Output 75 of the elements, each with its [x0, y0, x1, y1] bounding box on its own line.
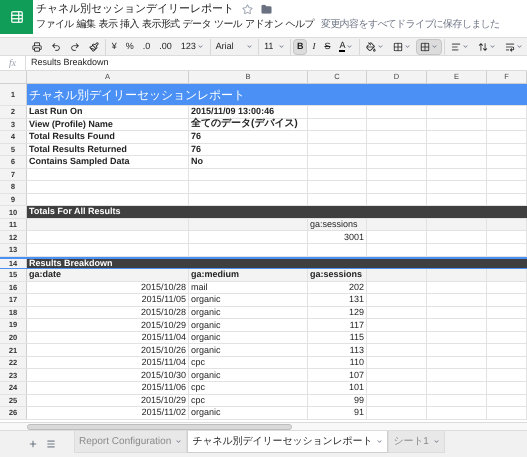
table-cell[interactable]: ga:date: [27, 269, 189, 281]
table-cell[interactable]: 110: [308, 356, 367, 368]
table-cell[interactable]: Total Results Found: [27, 131, 189, 143]
table-cell[interactable]: 202: [308, 282, 367, 294]
section-banner: Results Breakdown: [27, 258, 527, 268]
table-cell[interactable]: 99: [308, 394, 367, 406]
table-cell[interactable]: organic: [189, 407, 308, 419]
save-status: 変更内容をすべてドライブに保存しました: [320, 20, 500, 30]
menu-item[interactable]: 表示形式: [142, 20, 180, 30]
table-cell[interactable]: 107: [308, 369, 367, 382]
text-color-button[interactable]: A: [335, 38, 358, 54]
currency-button[interactable]: ¥: [108, 38, 121, 54]
title-banner: チャネル別デイリーセッションレポート: [27, 84, 527, 105]
table-cell[interactable]: 2015/10/26: [27, 344, 189, 356]
table-cell[interactable]: 2015/11/04: [27, 356, 189, 368]
increase-decimals-button[interactable]: .00: [155, 38, 176, 54]
table-cell[interactable]: organic: [189, 319, 308, 331]
table-cell[interactable]: 2015/10/30: [27, 369, 189, 382]
table-cell[interactable]: organic: [189, 332, 308, 344]
menu-item[interactable]: ツール: [214, 20, 242, 30]
decrease-decimals-button[interactable]: .0: [138, 38, 154, 54]
document-title[interactable]: チャネル別セッションデイリーレポート: [36, 4, 234, 15]
table-cell[interactable]: Total Results Returned: [27, 144, 189, 156]
table-cell[interactable]: 115: [308, 332, 367, 344]
table-cell[interactable]: Contains Sampled Data: [27, 156, 189, 168]
bold-button[interactable]: B: [292, 38, 308, 54]
table-cell[interactable]: No: [189, 156, 308, 168]
table-cell[interactable]: 2015/11/05: [27, 294, 189, 306]
menu-item[interactable]: 編集: [76, 20, 96, 30]
table-cell[interactable]: mail: [189, 282, 308, 294]
table-cell[interactable]: 2015/11/09 13:00:46: [189, 106, 308, 118]
table-cell[interactable]: cpc: [189, 356, 308, 368]
section-banner: Totals For All Results: [27, 206, 527, 218]
italic-button[interactable]: I: [308, 38, 320, 54]
table-cell[interactable]: 2015/11/04: [27, 332, 189, 344]
sheet-tab[interactable]: チャネル別デイリーセッションレポート: [187, 431, 388, 453]
more-formats-button[interactable]: 123: [176, 38, 208, 54]
table-cell[interactable]: organic: [189, 294, 308, 306]
table-cell[interactable]: 76: [189, 144, 308, 156]
table-cell[interactable]: 101: [308, 382, 367, 394]
table-cell[interactable]: 131: [308, 294, 367, 306]
table-cell[interactable]: 129: [308, 306, 367, 318]
menu-item[interactable]: アドオン: [245, 20, 283, 30]
table-cell[interactable]: cpc: [189, 382, 308, 394]
table-cell[interactable]: 76: [189, 131, 308, 143]
table-cell[interactable]: 2015/11/06: [27, 382, 189, 394]
table-cell[interactable]: 全てのデータ(デバイス): [189, 118, 308, 130]
menu-item[interactable]: 挿入: [120, 20, 140, 30]
formula-field[interactable]: Results Breakdown: [26, 56, 527, 70]
table-cell[interactable]: View (Profile) Name: [27, 118, 189, 130]
table-cell[interactable]: ga:medium: [189, 269, 308, 281]
menu-item[interactable]: ヘルプ: [286, 20, 314, 30]
table-cell[interactable]: 113: [308, 344, 367, 356]
table-cell[interactable]: 2015/10/28: [27, 306, 189, 318]
strikethrough-button[interactable]: S: [320, 38, 334, 54]
table-cell[interactable]: organic: [189, 306, 308, 318]
table-cell[interactable]: 2015/10/28: [27, 282, 189, 294]
table-cell[interactable]: 117: [308, 319, 367, 331]
menu-item[interactable]: ファイル: [36, 20, 74, 30]
font-size-dropdown[interactable]: 11: [261, 38, 288, 54]
table-cell[interactable]: 2015/11/02: [27, 407, 189, 419]
table-cell[interactable]: 2015/10/29: [27, 319, 189, 331]
table-cell[interactable]: organic: [189, 344, 308, 356]
table-cell[interactable]: Last Run On: [27, 106, 189, 118]
table-cell[interactable]: ga:sessions: [308, 218, 367, 230]
table-cell[interactable]: ga:sessions: [308, 269, 367, 281]
menu-item[interactable]: 表示: [98, 20, 118, 30]
menu-item[interactable]: データ: [182, 20, 211, 30]
table-cell[interactable]: 91: [308, 407, 367, 419]
table-cell[interactable]: 3001: [308, 231, 367, 244]
font-dropdown[interactable]: Arial: [212, 38, 256, 54]
table-cell[interactable]: organic: [189, 369, 308, 382]
percent-button[interactable]: %: [122, 38, 138, 54]
table-cell[interactable]: cpc: [189, 394, 308, 406]
table-cell[interactable]: 2015/10/29: [27, 394, 189, 406]
